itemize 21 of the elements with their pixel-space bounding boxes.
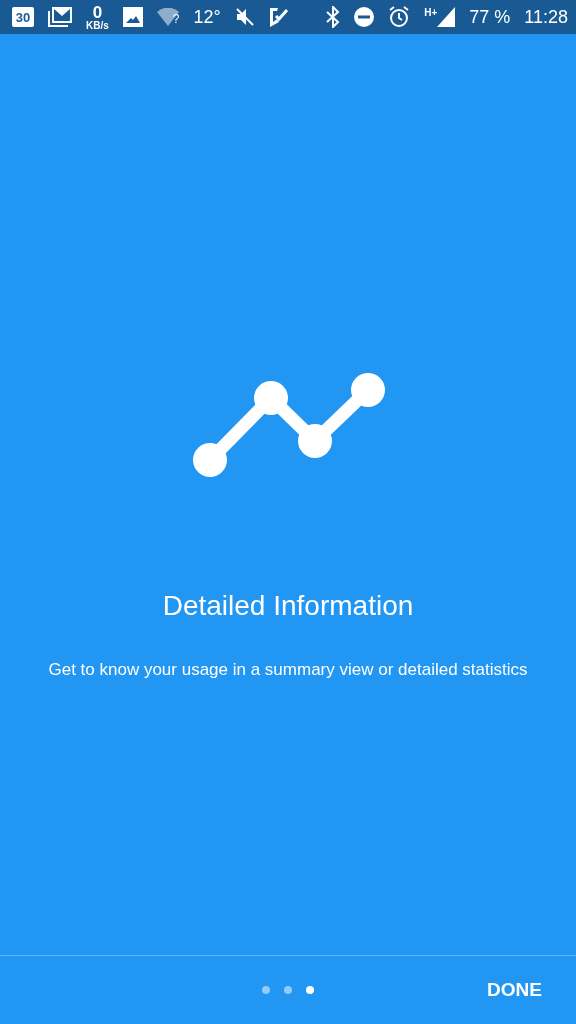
speed-unit: KB/s	[86, 20, 109, 31]
status-text: 77 %	[469, 6, 511, 28]
wifi-status: ?	[172, 12, 180, 26]
network-type: H+	[424, 7, 438, 18]
done-button[interactable]: DONE	[483, 973, 546, 1007]
mail-icon	[48, 7, 72, 27]
alarm-icon	[388, 6, 411, 28]
line-chart-icon	[191, 370, 385, 480]
wifi-icon	[156, 8, 179, 26]
status-text: 12°	[193, 6, 221, 28]
signal-icon	[437, 7, 456, 27]
mute-icon	[234, 7, 255, 27]
speed-value: 0	[92, 3, 103, 21]
status-text: 11:28	[524, 6, 568, 28]
slide-description: Get to know your usage in a summary view or detailed statistics	[48, 660, 528, 680]
check-icon	[268, 7, 289, 27]
image-icon	[122, 7, 143, 27]
calendar-icon: 30	[12, 7, 34, 27]
bluetooth-icon	[326, 6, 341, 28]
slide-title: Detailed Information	[162, 590, 414, 622]
do-not-disturb-icon	[354, 7, 375, 27]
